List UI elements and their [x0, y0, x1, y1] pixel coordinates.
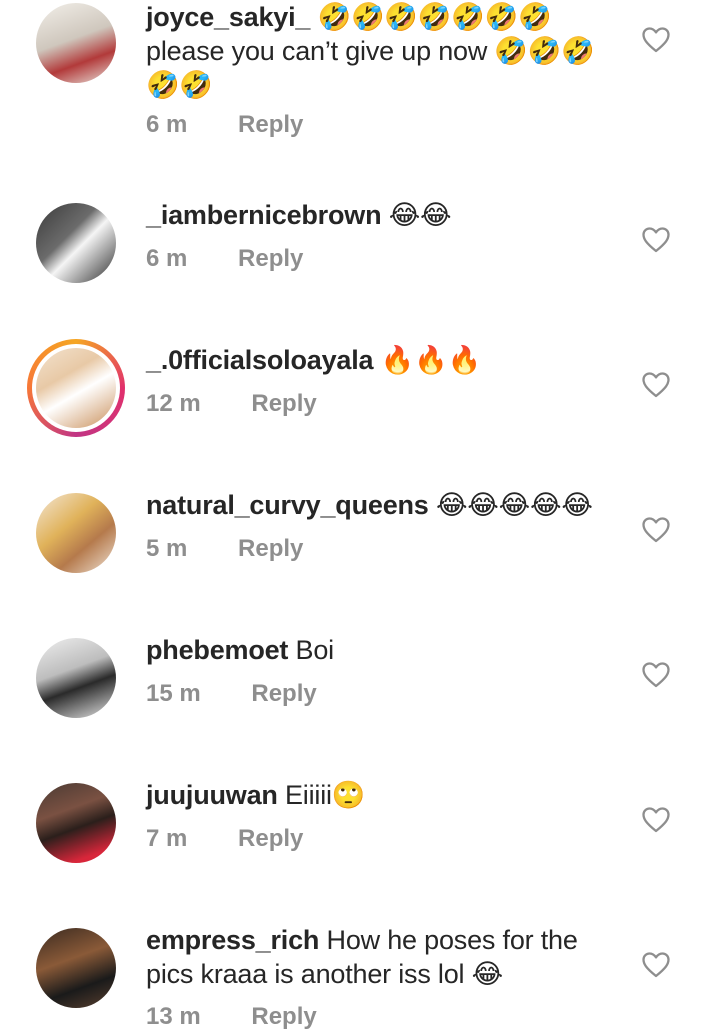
comment-text: juujuuwan Eiiiii🙄 [146, 778, 616, 812]
reply-button[interactable]: Reply [251, 680, 316, 708]
heart-outline-icon[interactable] [642, 662, 670, 688]
heart-outline-icon[interactable] [642, 372, 670, 398]
comment-body: Boi [295, 635, 335, 665]
heart-outline-icon[interactable] [642, 517, 670, 543]
comment-meta: 7 m Reply [146, 825, 303, 853]
comment-username[interactable]: _iambernicebrown [146, 200, 382, 230]
comment-username[interactable]: natural_curvy_queens [146, 490, 429, 520]
comment-meta: 5 m Reply [146, 535, 303, 563]
comment-time: 15 m [146, 680, 201, 707]
comment-username[interactable]: joyce_sakyi_ [146, 2, 310, 32]
reply-button[interactable]: Reply [251, 1003, 316, 1031]
comment-body: 🔥🔥🔥 [380, 345, 481, 375]
comment-time: 7 m [146, 825, 188, 852]
comment-text: empress_rich How he poses for the pics k… [146, 923, 616, 991]
comment-username[interactable]: _.0fficialsoloayala [146, 345, 374, 375]
reply-button[interactable]: Reply [238, 111, 303, 139]
reply-button[interactable]: Reply [251, 390, 316, 418]
avatar[interactable] [36, 203, 116, 283]
comment-body: Eiiiii🙄 [285, 780, 366, 810]
comment-meta: 6 m Reply [146, 111, 303, 139]
heart-outline-icon[interactable] [642, 807, 670, 833]
avatar[interactable] [36, 3, 116, 83]
reply-button[interactable]: Reply [238, 825, 303, 853]
comment-body: 😂😂 [388, 200, 452, 230]
reply-button[interactable]: Reply [238, 535, 303, 563]
comment-time: 5 m [146, 535, 188, 562]
avatar[interactable] [36, 638, 116, 718]
reply-button[interactable]: Reply [238, 245, 303, 273]
comment-text: _iambernicebrown 😂😂 [146, 198, 616, 232]
comment-time: 12 m [146, 390, 201, 417]
comment-username[interactable]: empress_rich [146, 925, 319, 955]
heart-outline-icon[interactable] [642, 27, 670, 53]
comment-time: 6 m [146, 245, 188, 272]
comment-text: joyce_sakyi_ 🤣🤣🤣🤣🤣🤣🤣 please you can’t gi… [146, 0, 616, 102]
comment-meta: 6 m Reply [146, 245, 303, 273]
comment-time: 6 m [146, 111, 188, 138]
comment-meta: 13 m Reply [146, 1003, 317, 1031]
comment-text: _.0fficialsoloayala 🔥🔥🔥 [146, 343, 616, 377]
comment-text: phebemoet Boi [146, 633, 616, 667]
heart-outline-icon[interactable] [642, 227, 670, 253]
comment-body: 😂😂😂😂😂 [435, 490, 593, 520]
comment-time: 13 m [146, 1003, 201, 1030]
comment-text: natural_curvy_queens 😂😂😂😂😂 [146, 488, 616, 522]
comment-meta: 12 m Reply [146, 390, 317, 418]
avatar[interactable] [36, 928, 116, 1008]
heart-outline-icon[interactable] [642, 952, 670, 978]
avatar[interactable] [36, 493, 116, 573]
avatar-ring-gap [32, 344, 120, 432]
avatar-story-ring[interactable] [27, 339, 125, 437]
avatar[interactable] [36, 783, 116, 863]
avatar [36, 348, 116, 428]
comment-username[interactable]: phebemoet [146, 635, 288, 665]
comment-username[interactable]: juujuuwan [146, 780, 278, 810]
comment-meta: 15 m Reply [146, 680, 317, 708]
